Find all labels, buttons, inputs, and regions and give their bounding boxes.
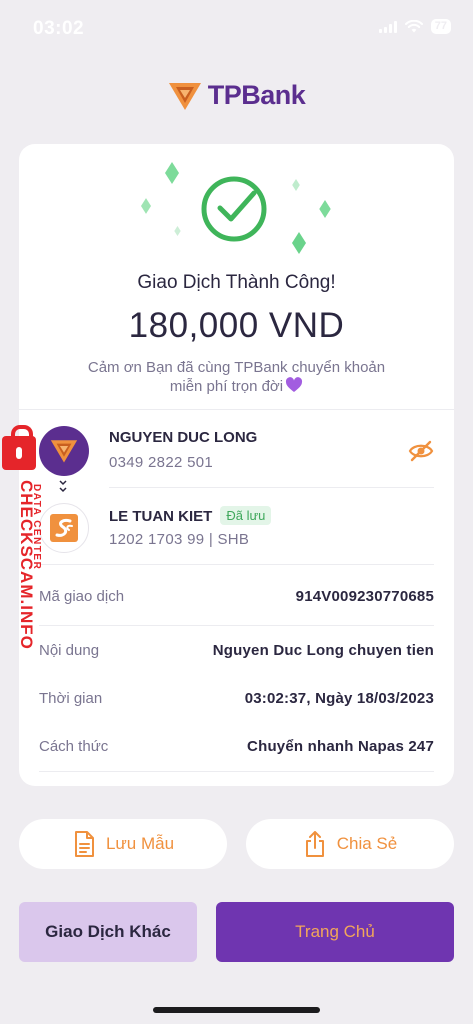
sparkle-icon — [141, 198, 151, 214]
eye-off-icon[interactable] — [408, 440, 434, 462]
thanks-line-2-text: miễn phí trọn đời — [169, 378, 284, 395]
success-check-icon — [201, 176, 267, 242]
detail-transaction-id: Mã giao dịch 914V009230770685 — [39, 584, 434, 608]
watermark-tag: DATA CENTER — [31, 484, 42, 571]
detail-value: Chuyển nhanh Napas 247 — [247, 737, 434, 755]
sparkle-icon — [174, 226, 181, 236]
save-template-button[interactable]: Lưu Mẫu — [19, 819, 227, 869]
detail-content: Nội dung Nguyen Duc Long chuyen tien — [39, 638, 434, 662]
status-icons: 77 — [378, 19, 451, 34]
detail-value: 914V009230770685 — [295, 587, 434, 605]
receiver-account: 1202 1703 99 | SHB — [109, 531, 250, 548]
thanks-line-1: Cảm ơn Bạn đã cùng TPBank chuyển khoản — [87, 359, 386, 376]
logo-text-tp: TP — [207, 80, 242, 110]
detail-label: Mã giao dịch — [39, 587, 125, 605]
saved-badge: Đã lưu — [220, 506, 272, 525]
lock-icon — [2, 425, 36, 470]
battery-icon: 77 — [430, 19, 451, 34]
thanks-message: Cảm ơn Bạn đã cùng TPBank chuyển khoản m… — [59, 358, 414, 396]
share-button[interactable]: Chia Sẻ — [246, 819, 454, 869]
detail-time: Thời gian 03:02:37, Ngày 18/03/2023 — [39, 686, 434, 710]
sparkle-icon — [165, 162, 179, 184]
wifi-icon — [404, 20, 423, 33]
divider — [19, 409, 454, 410]
detail-method: Cách thức Chuyển nhanh Napas 247 — [39, 734, 434, 758]
detail-value: Nguyen Duc Long chuyen tien — [212, 641, 434, 659]
sender-account: 0349 2822 501 — [109, 454, 213, 471]
detail-label: Thời gian — [39, 689, 103, 707]
logo-text-bank: Bank — [241, 80, 306, 110]
success-illustration — [19, 144, 454, 274]
receiver-row: LE TUAN KIET Đã lưu 1202 1703 99 | SHB — [39, 503, 434, 563]
detail-value: 03:02:37, Ngày 18/03/2023 — [244, 689, 434, 707]
home-button[interactable]: Trang Chủ — [216, 902, 454, 962]
sender-row: NGUYEN DUC LONG 0349 2822 501 — [39, 426, 434, 486]
sparkle-icon — [292, 232, 306, 254]
tpbank-mark-icon — [50, 440, 78, 463]
signal-icon — [378, 20, 397, 33]
save-template-label: Lưu Mẫu — [105, 834, 175, 853]
divider — [39, 771, 434, 772]
transfer-amount: 180,000 VND — [128, 306, 345, 345]
sparkle-icon — [292, 179, 300, 191]
share-label: Chia Sẻ — [336, 834, 398, 853]
watermark: CHECKSCAM.INFO DATA CENTER — [0, 425, 50, 666]
status-time: 03:02 — [33, 18, 85, 39]
receiver-name: LE TUAN KIET Đã lưu — [109, 506, 272, 525]
status-bar: 03:02 77 — [0, 0, 473, 56]
detail-label: Cách thức — [39, 737, 109, 755]
chevron-down-icon — [59, 480, 67, 493]
other-transaction-button[interactable]: Giao Dịch Khác — [19, 902, 197, 962]
logo-text: TPBank — [208, 80, 306, 111]
divider — [39, 564, 434, 565]
divider — [39, 625, 434, 626]
share-icon — [305, 831, 324, 857]
purple-heart-icon — [286, 377, 303, 392]
tpbank-logo: TPBank — [0, 80, 473, 111]
home-indicator[interactable] — [153, 1007, 320, 1013]
tpbank-mark-icon — [168, 82, 201, 110]
receiver-name-text: LE TUAN KIET — [109, 508, 213, 525]
thanks-line-2: miễn phí trọn đời — [59, 377, 414, 396]
sparkle-icon — [319, 200, 331, 218]
success-title: Giao Dịch Thành Công! — [137, 272, 336, 293]
shb-logo-icon — [50, 514, 78, 542]
sender-name: NGUYEN DUC LONG — [109, 429, 258, 446]
divider — [109, 487, 434, 488]
receipt-card: Giao Dịch Thành Công! 180,000 VND Cảm ơn… — [19, 144, 454, 786]
document-icon — [74, 831, 94, 857]
